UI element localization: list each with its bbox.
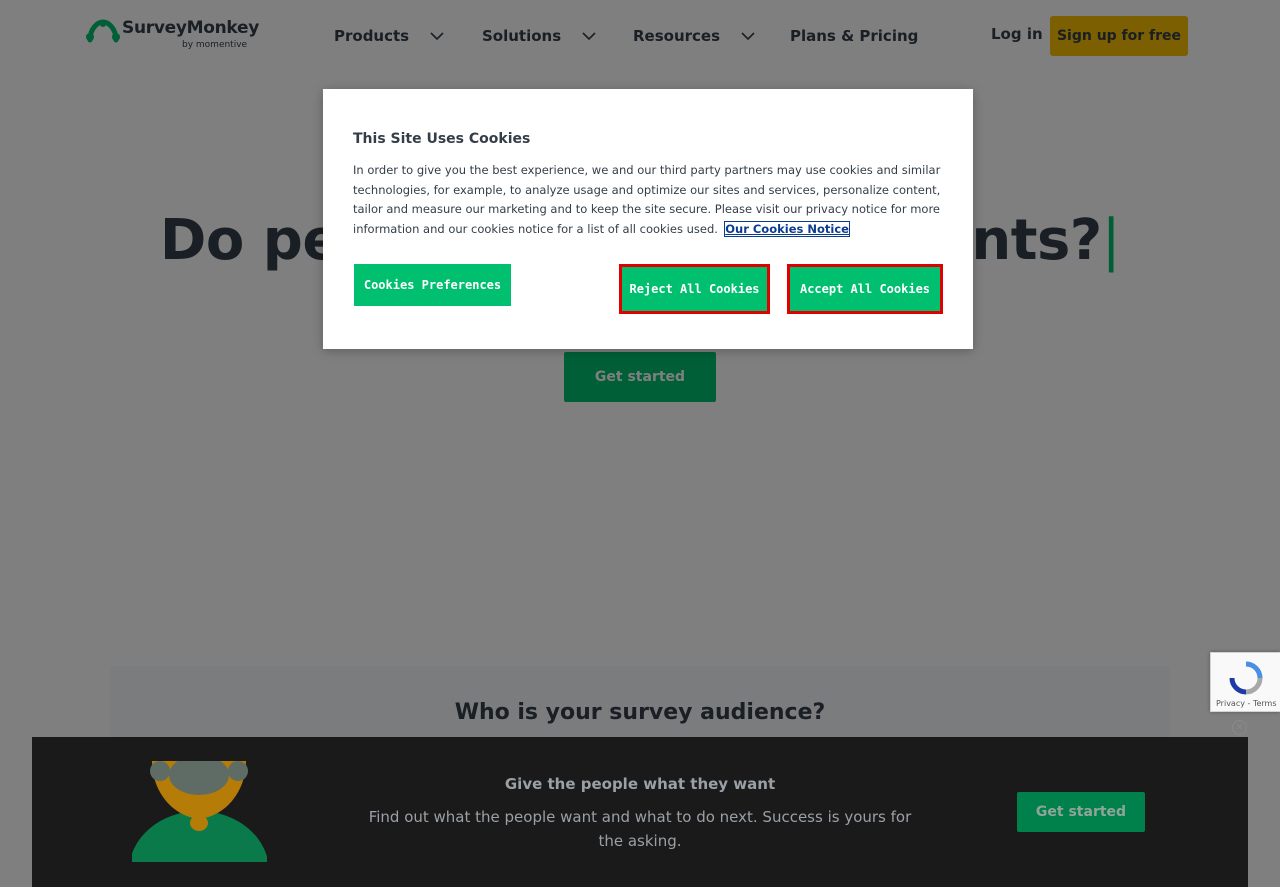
recaptcha-badge[interactable]: Privacy - Terms <box>1210 652 1280 712</box>
cookies-preferences-button[interactable]: Cookies Preferences <box>354 264 511 306</box>
cookie-dialog-body-text: In order to give you the best experience… <box>353 163 941 236</box>
cookies-notice-link[interactable]: Our Cookies Notice <box>724 220 850 237</box>
promo-banner: Give the people what they want Find out … <box>32 737 1248 887</box>
promo-get-started-button[interactable]: Get started <box>1017 792 1145 832</box>
cookie-dialog-body: In order to give you the best experience… <box>353 161 949 239</box>
accept-all-cookies-button[interactable]: Accept All Cookies <box>787 264 943 314</box>
recaptcha-terms[interactable]: Privacy - Terms <box>1216 699 1277 708</box>
cookie-consent-dialog: This Site Uses Cookies In order to give … <box>323 89 973 349</box>
recaptcha-icon <box>1229 661 1263 695</box>
cookie-dialog-title: This Site Uses Cookies <box>353 131 531 147</box>
promo-title: Give the people what they want <box>504 775 776 793</box>
reject-all-cookies-button[interactable]: Reject All Cookies <box>619 264 770 314</box>
close-icon[interactable]: ✕ <box>1232 720 1247 735</box>
promo-text: Find out what the people want and what t… <box>368 808 912 850</box>
